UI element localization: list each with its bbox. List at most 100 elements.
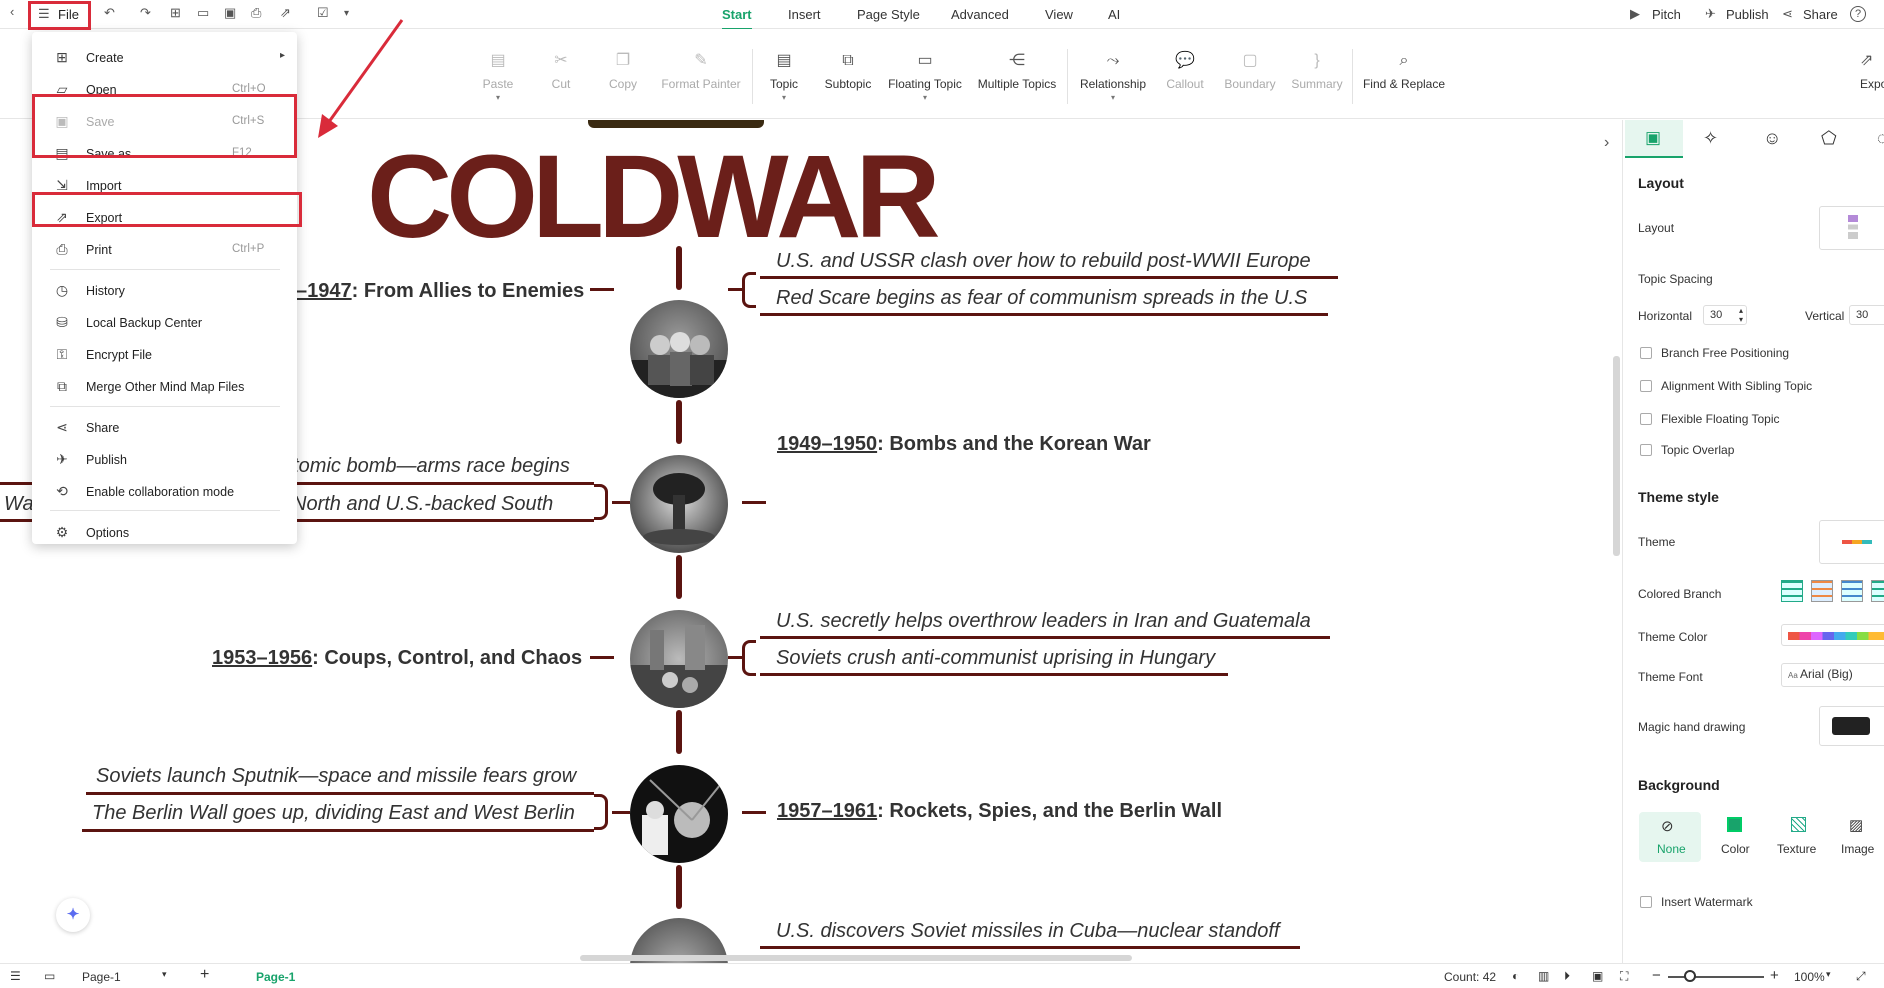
tab-ai[interactable]: AI [1108, 7, 1120, 22]
subtopic-text[interactable]: The Berlin Wall goes up, dividing East a… [92, 802, 575, 825]
publish-button[interactable]: Publish [1726, 7, 1769, 22]
panel-tab-layout[interactable]: ▣ [1625, 120, 1683, 158]
fullscreen-icon[interactable]: ⤢ [1856, 969, 1866, 984]
file-menu-item-share[interactable]: ⋖ Share [32, 412, 297, 444]
watermark-checkbox[interactable] [1640, 896, 1652, 908]
add-page-icon[interactable]: + [200, 966, 209, 984]
zoom-in-icon[interactable]: + [1770, 967, 1779, 984]
play-icon[interactable]: ⏵ [1564, 969, 1570, 984]
topic-button[interactable]: ▤ Topic ▾ [765, 51, 803, 102]
topic-image-bomb[interactable] [630, 455, 728, 553]
tab-insert[interactable]: Insert [788, 7, 821, 22]
book-icon[interactable]: ▥ [1538, 969, 1549, 983]
file-menu-item-options[interactable]: ⚙ Options [32, 517, 297, 549]
subtopic-text[interactable]: Soviets launch Sputnik—space and missile… [96, 765, 576, 788]
page-tab[interactable]: Page-1 [256, 970, 295, 984]
topic-image-yalta[interactable] [630, 300, 728, 398]
share-button[interactable]: Share [1803, 7, 1838, 22]
file-menu-item-print[interactable]: ⎙ Print Ctrl+P [32, 234, 297, 266]
panel-tab-more[interactable]: ◌ [1877, 128, 1884, 149]
slides-icon[interactable]: ▭ [44, 969, 55, 983]
callout-button[interactable]: 💬 Callout [1162, 51, 1208, 91]
vertical-scrollbar[interactable] [1613, 356, 1620, 556]
fit-icon[interactable]: ▣ [1592, 969, 1603, 983]
vertical-spacing-input[interactable]: 30 [1849, 305, 1884, 325]
tab-start[interactable]: Start [722, 7, 752, 30]
topic-image-sputnik[interactable] [630, 765, 728, 863]
file-menu-item-publish[interactable]: ✈ Publish [32, 444, 297, 476]
theme-color-selector[interactable] [1781, 624, 1884, 646]
save-icon[interactable]: ▣ [224, 5, 236, 21]
outline-icon[interactable]: ☰ [10, 969, 21, 983]
export-ribbon-button[interactable]: ⇗Expo [1860, 51, 1884, 91]
boundary-button[interactable]: ▢ Boundary [1222, 51, 1278, 91]
redo-icon[interactable]: ↷ [140, 5, 151, 21]
branch-style-3[interactable] [1841, 580, 1863, 602]
file-menu-item-local-backup-center[interactable]: ⛁ Local Backup Center [32, 307, 297, 339]
file-menu-item-encrypt-file[interactable]: ⚿ Encrypt File [32, 339, 297, 371]
print-icon[interactable]: ⎙ [251, 5, 261, 21]
branch-style-1[interactable] [1781, 580, 1803, 602]
fullscreen-fit-icon[interactable]: ⛶ [1620, 969, 1628, 984]
branch-style-2[interactable] [1811, 580, 1833, 602]
cut-button[interactable]: ✂ Cut [545, 51, 577, 91]
undo-icon[interactable]: ↶ [104, 5, 115, 21]
theme-selector[interactable] [1819, 520, 1884, 564]
zoom-slider[interactable] [1668, 976, 1764, 978]
topic-1953-1956[interactable]: 1953–1956: Coups, Control, and Chaos [212, 647, 582, 670]
tab-page-style[interactable]: Page Style [857, 7, 920, 22]
file-menu-item-create[interactable]: ⊞ Create ▸ [32, 42, 297, 74]
theme-toggle-icon[interactable]: ◐ [1512, 969, 1519, 983]
subtopic-text[interactable]: Red Scare begins as fear of communism sp… [776, 287, 1307, 310]
format-painter-button[interactable]: ✎ Format Painter [659, 51, 743, 91]
central-title[interactable]: COLDWAR [367, 138, 941, 256]
pitch-button[interactable]: Pitch [1652, 7, 1681, 22]
paste-button[interactable]: ▤ Paste ▾ [480, 51, 516, 102]
summary-button[interactable]: } Summary [1290, 51, 1344, 91]
topic-overlap-checkbox[interactable] [1640, 444, 1652, 456]
new-file-icon[interactable]: ⊞ [170, 5, 181, 21]
bg-none-option[interactable]: ⊘ None [1639, 812, 1701, 862]
relationship-button[interactable]: ⤳ Relationship ▾ [1078, 51, 1148, 102]
subtopic-text[interactable]: U.S. and USSR clash over how to rebuild … [776, 250, 1311, 273]
zoom-dropdown-icon[interactable]: ▾ [1826, 969, 1831, 980]
layout-selector[interactable] [1819, 206, 1884, 250]
subtopic-text[interactable]: atomic bomb—arms race begins [282, 455, 570, 478]
find-replace-button[interactable]: ⌕ Find & Replace [1362, 51, 1446, 91]
branch-free-checkbox[interactable] [1640, 347, 1652, 359]
horizontal-scrollbar[interactable] [580, 955, 1132, 961]
stepper-icon[interactable]: ▴ ▾ [1739, 306, 1743, 324]
back-icon[interactable]: ‹ [10, 4, 14, 19]
copy-button[interactable]: ❐ Copy [603, 51, 643, 91]
subtopic-text[interactable]: North and U.S.-backed South [292, 493, 553, 516]
tab-advanced[interactable]: Advanced [951, 7, 1009, 22]
topic-image-hungary[interactable] [630, 610, 728, 708]
subtopic-text[interactable]: U.S. discovers Soviet missiles in Cuba—n… [776, 920, 1280, 943]
topic-1957-1961[interactable]: 1957–1961: Rockets, Spies, and the Berli… [777, 800, 1222, 823]
panel-tab-sticker[interactable]: ☺ [1763, 128, 1781, 149]
file-menu-item-history[interactable]: ◷ History [32, 275, 297, 307]
help-icon[interactable]: ? [1850, 6, 1866, 22]
export-icon[interactable]: ⇗ [280, 5, 291, 21]
file-menu-item-merge-other-mind-map-files[interactable]: ⧉ Merge Other Mind Map Files [32, 371, 297, 403]
topic-1949-1950[interactable]: 1949–1950: Bombs and the Korean War [777, 433, 1151, 456]
branch-style-4[interactable] [1871, 580, 1884, 602]
floating-topic-button[interactable]: ▭ Floating Topic ▾ [887, 51, 963, 102]
zoom-slider-handle[interactable] [1684, 970, 1696, 982]
topic-1945-1947[interactable]: –1947: From Allies to Enemies [296, 280, 584, 303]
subtopic-text[interactable]: Soviets crush anti-communist uprising in… [776, 647, 1215, 670]
subtopic-button[interactable]: ⧉ Subtopic [822, 51, 874, 91]
magic-drawing-toggle[interactable] [1819, 706, 1884, 746]
bg-color-option[interactable]: Color [1707, 812, 1765, 862]
panel-tab-icon[interactable]: ⬠ [1821, 128, 1837, 149]
open-folder-icon[interactable]: ▭ [197, 5, 209, 21]
file-menu-item-enable-collaboration-mode[interactable]: ⟲ Enable collaboration mode [32, 476, 297, 508]
bg-image-option[interactable]: ▨ Image [1835, 812, 1884, 862]
theme-font-select[interactable]: Aa Arial (Big) [1781, 663, 1884, 687]
panel-tab-ai-style[interactable]: ✧ [1703, 128, 1718, 149]
subtopic-text[interactable]: U.S. secretly helps overthrow leaders in… [776, 610, 1311, 633]
zoom-level[interactable]: 100% [1794, 970, 1825, 984]
alignment-checkbox[interactable] [1640, 380, 1652, 392]
flexible-floating-checkbox[interactable] [1640, 413, 1652, 425]
zoom-out-icon[interactable]: − [1652, 967, 1661, 984]
